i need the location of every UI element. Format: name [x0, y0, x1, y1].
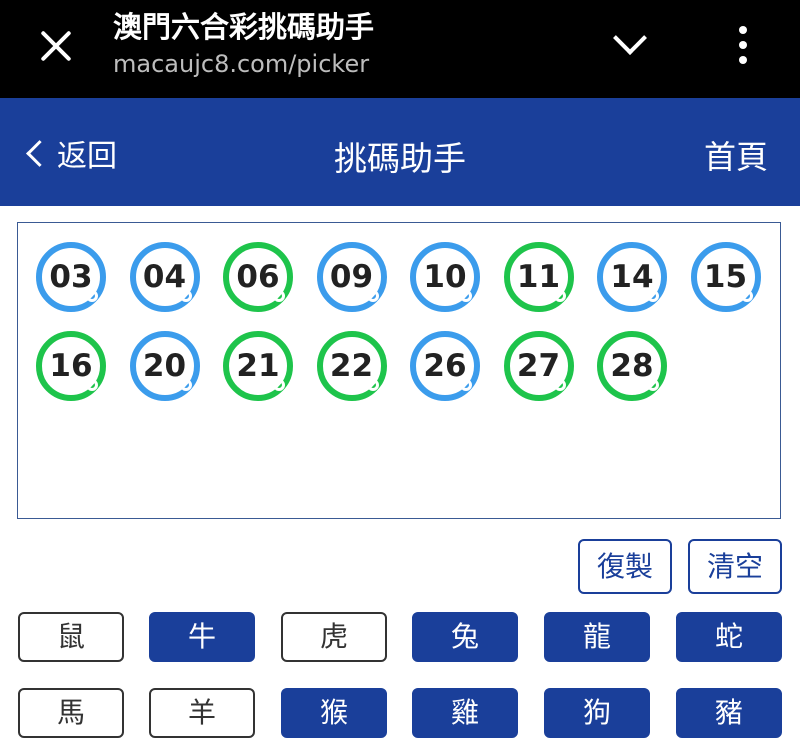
zodiac-button[interactable]: 牛: [149, 612, 255, 662]
home-link[interactable]: 首頁: [704, 132, 768, 178]
ball-shine-icon: [179, 379, 192, 391]
ball-shine-icon: [273, 379, 285, 391]
selected-numbers-panel: 03 04 06 09 10 11 14 15 16 20 21 22 26 27 28: [17, 222, 781, 519]
ball-shine-icon: [86, 379, 98, 391]
number-ball[interactable]: 10: [410, 242, 480, 312]
zodiac-button[interactable]: 兔: [412, 612, 518, 662]
browser-url[interactable]: macaujc8.com/picker: [113, 50, 369, 78]
zodiac-button[interactable]: 豬: [676, 688, 782, 738]
zodiac-button[interactable]: 馬: [18, 688, 124, 738]
close-icon[interactable]: [34, 24, 78, 68]
number-ball[interactable]: 27: [503, 331, 574, 401]
ball-shine-icon: [647, 379, 659, 391]
copy-button[interactable]: 復製: [578, 539, 672, 594]
ball-shine-icon: [179, 290, 192, 302]
browser-top-bar: 澳門六合彩挑碼助手 macaujc8.com/picker: [0, 0, 800, 98]
zodiac-button[interactable]: 雞: [412, 688, 518, 738]
ball-shine-icon: [273, 290, 285, 302]
number-ball[interactable]: 09: [316, 242, 387, 312]
zodiac-button[interactable]: 虎: [281, 612, 387, 662]
zodiac-button[interactable]: 鼠: [18, 612, 124, 662]
ball-shine-icon: [553, 290, 566, 302]
number-ball[interactable]: 28: [597, 331, 667, 401]
ball-shine-icon: [460, 290, 472, 302]
chevron-down-icon[interactable]: [606, 22, 656, 62]
number-ball[interactable]: 16: [36, 331, 106, 401]
zodiac-button[interactable]: 狗: [544, 688, 650, 738]
ball-shine-icon: [553, 379, 566, 391]
ball-shine-icon: [86, 290, 98, 302]
clear-button[interactable]: 清空: [688, 539, 782, 594]
ball-shine-icon: [647, 290, 659, 302]
zodiac-button[interactable]: 羊: [149, 688, 255, 738]
number-ball[interactable]: 03: [36, 242, 106, 312]
browser-page-title: 澳門六合彩挑碼助手: [113, 10, 375, 44]
number-ball[interactable]: 20: [129, 331, 200, 401]
zodiac-button[interactable]: 猴: [281, 688, 387, 738]
number-ball[interactable]: 14: [597, 242, 667, 312]
number-ball[interactable]: 11: [503, 242, 574, 312]
ball-shine-icon: [366, 290, 379, 302]
zodiac-button[interactable]: 龍: [544, 612, 650, 662]
zodiac-button[interactable]: 蛇: [676, 612, 782, 662]
ball-shine-icon: [366, 379, 379, 391]
header-title: 挑碼助手: [334, 139, 466, 178]
number-ball[interactable]: 26: [410, 331, 480, 401]
number-ball[interactable]: 04: [129, 242, 200, 312]
ball-shine-icon: [460, 379, 472, 391]
more-vert-icon[interactable]: [724, 20, 762, 70]
ball-shine-icon: [740, 290, 753, 302]
number-ball[interactable]: 21: [223, 331, 293, 401]
number-ball[interactable]: 15: [690, 242, 761, 312]
app-header: 返回 挑碼助手 首頁: [0, 98, 800, 206]
number-ball[interactable]: 22: [316, 331, 387, 401]
number-ball[interactable]: 06: [223, 242, 293, 312]
